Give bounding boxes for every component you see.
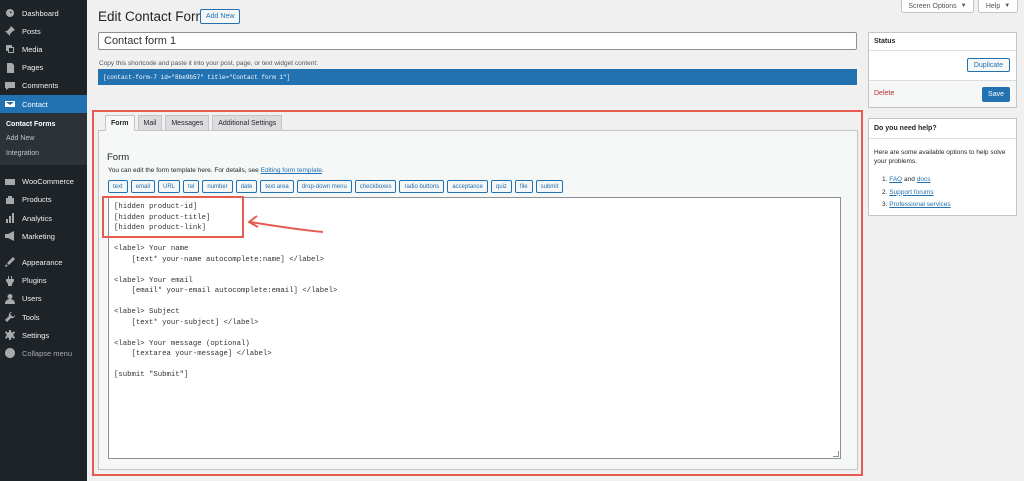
submenu-add-new[interactable]: Add New	[0, 132, 87, 147]
shortcode-hint: Copy this shortcode and paste it into yo…	[99, 60, 318, 67]
sidebar-item-label: Appearance	[22, 257, 63, 267]
sidebar-item-settings[interactable]: Settings	[0, 326, 87, 344]
status-footer: Delete Save	[869, 80, 1016, 107]
sidebar-item-label: Products	[22, 195, 52, 205]
annotation-arrow-icon	[248, 215, 324, 233]
sidebar-item-label: Media	[22, 44, 43, 54]
sidebar-item-label: Plugins	[22, 276, 47, 286]
pages-icon	[5, 62, 15, 73]
help-item-2: 2. Support forums	[882, 187, 951, 200]
submenu-integration[interactable]: Integration	[0, 146, 87, 161]
help-item-3: 3. Professional services	[882, 199, 951, 212]
help-text: Here are some available options to help …	[874, 149, 1006, 165]
support-forums-link[interactable]: Support forums	[889, 189, 933, 196]
sidebar-item-media[interactable]: Media	[0, 40, 87, 58]
sidebar-item-label: Analytics	[22, 213, 53, 223]
highlight-box-hidden-fields	[102, 196, 244, 238]
sidebar-item-label: WooCommerce	[22, 177, 74, 187]
screen-options-label: Screen Options	[908, 2, 957, 10]
help-list: 1. FAQ and docs 2. Support forums 3. Pro…	[882, 174, 951, 212]
woo-icon	[5, 177, 15, 187]
sidebar-item-label: Collapse menu	[22, 348, 73, 358]
admin-sidebar: Dashboard Posts Media Pages Comments Contact …	[0, 0, 87, 481]
pin-icon	[5, 26, 15, 37]
add-new-button[interactable]: Add New	[200, 9, 241, 24]
page-title: Edit Contact Form	[98, 9, 207, 24]
screen-options-button[interactable]: Screen Options ▼	[901, 0, 974, 13]
users-icon	[5, 293, 15, 304]
sidebar-item-label: Users	[22, 294, 42, 304]
help-box: Do you need help? Here are some availabl…	[868, 118, 1017, 216]
sidebar-item-label: Comments	[22, 81, 59, 91]
save-button[interactable]: Save	[982, 87, 1010, 102]
help-and-text: and	[902, 176, 917, 183]
duplicate-button[interactable]: Duplicate	[966, 58, 1010, 72]
sidebar-item-products[interactable]: Products	[0, 191, 87, 209]
contact-submenu: Contact Forms Add New Integration	[0, 113, 87, 165]
caret-down-icon: ▼	[1004, 3, 1011, 9]
highlight-box-outer	[92, 110, 863, 476]
sidebar-item-label: Tools	[22, 312, 40, 322]
comments-icon	[5, 81, 15, 91]
analytics-icon	[5, 213, 15, 224]
delete-link[interactable]: Delete	[874, 90, 894, 97]
sidebar-item-tools[interactable]: Tools	[0, 308, 87, 326]
sidebar-item-woocommerce[interactable]: WooCommerce	[0, 173, 87, 191]
sidebar-item-label: Marketing	[22, 231, 55, 241]
sidebar-item-comments[interactable]: Comments	[0, 77, 87, 95]
sidebar-item-contact[interactable]: Contact	[0, 94, 87, 114]
sidebar-item-label: Contact	[22, 99, 48, 109]
sidebar-item-collapse-menu[interactable]: Collapse menu	[0, 344, 87, 362]
sidebar-item-label: Posts	[22, 26, 41, 36]
shortcode-field[interactable]: [contact-form-7 id="8be9b57" title="Cont…	[98, 69, 857, 85]
form-title-input[interactable]: Contact form 1	[98, 32, 857, 50]
sidebar-item-analytics[interactable]: Analytics	[0, 209, 87, 227]
sidebar-item-label: Dashboard	[22, 8, 59, 18]
sidebar-item-plugins[interactable]: Plugins	[0, 272, 87, 290]
caret-down-icon: ▼	[960, 3, 967, 9]
dashboard-icon	[5, 8, 15, 18]
collapse-icon	[5, 348, 15, 359]
sidebar-item-users[interactable]: Users	[0, 290, 87, 308]
media-icon	[5, 44, 15, 54]
help-item-1: 1. FAQ and docs	[882, 174, 951, 187]
help-item-number: 2.	[882, 188, 888, 196]
sidebar-item-label: Settings	[22, 330, 50, 340]
wrench-icon	[5, 312, 15, 323]
professional-services-link[interactable]: Professional services	[889, 201, 950, 208]
sidebar-item-pages[interactable]: Pages	[0, 59, 87, 77]
help-item-number: 1.	[882, 176, 888, 183]
docs-link[interactable]: docs	[917, 176, 931, 183]
sidebar-item-appearance[interactable]: Appearance	[0, 253, 87, 271]
sidebar-item-dashboard[interactable]: Dashboard	[0, 4, 87, 22]
sidebar-item-marketing[interactable]: Marketing	[0, 227, 87, 245]
help-button[interactable]: Help ▼	[978, 0, 1018, 13]
mail-icon	[5, 99, 15, 109]
sidebar-item-label: Pages	[22, 63, 44, 73]
sidebar-item-posts[interactable]: Posts	[0, 22, 87, 40]
plugin-icon	[5, 275, 15, 286]
submenu-contact-forms[interactable]: Contact Forms	[0, 117, 87, 132]
help-item-number: 3.	[882, 201, 888, 208]
help-title: Do you need help?	[869, 119, 1016, 139]
brush-icon	[5, 257, 15, 268]
products-icon	[5, 195, 15, 205]
settings-icon	[5, 330, 15, 341]
status-box: Status Duplicate Delete Save	[868, 32, 1017, 108]
megaphone-icon	[5, 231, 15, 242]
faq-link[interactable]: FAQ	[889, 176, 902, 183]
status-title: Status	[869, 33, 1016, 51]
help-label: Help	[985, 2, 1001, 10]
